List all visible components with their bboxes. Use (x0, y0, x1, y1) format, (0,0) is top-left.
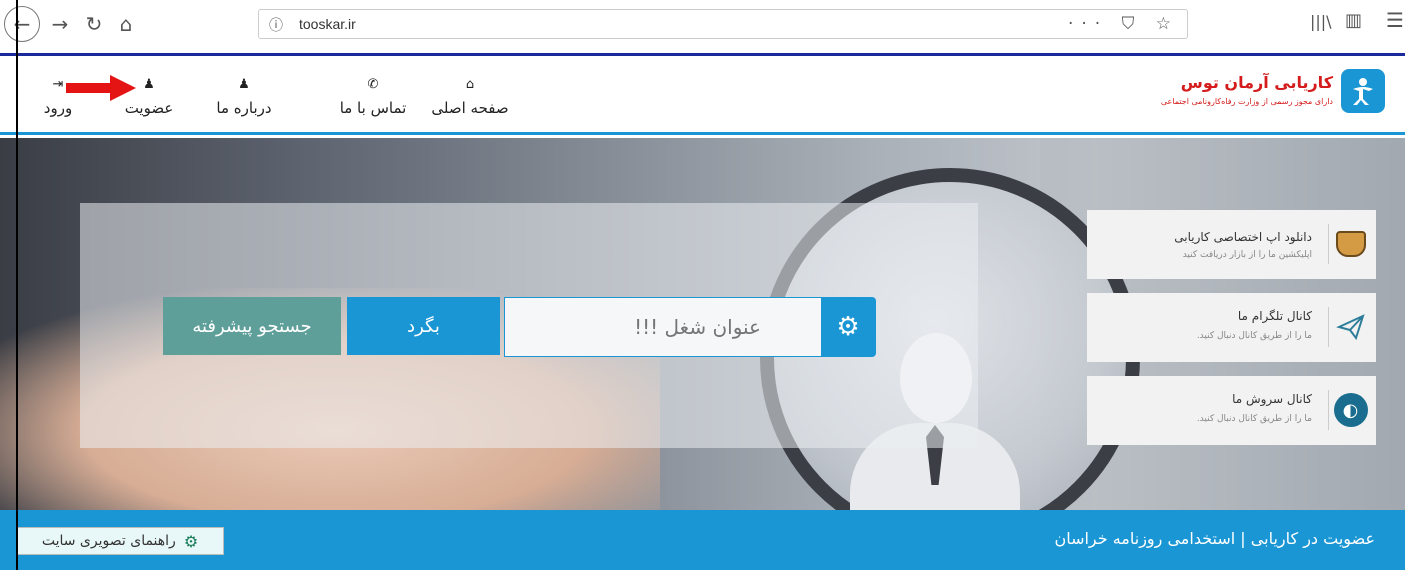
home-icon: ⌂ (465, 77, 475, 92)
user-icon: ♟ (238, 77, 250, 92)
home-icon: ⌂ (119, 12, 133, 36)
logo-title: کاریابی آرمان توس (1180, 73, 1333, 92)
logo-figure-icon (1353, 78, 1373, 105)
nav-about[interactable]: ♟ درباره ما (204, 77, 284, 117)
menu-icon[interactable]: ☰ (1386, 8, 1404, 32)
browser-toolbar: ← → ↻ ⌂ ⓘ tooskar.ir ··· ⛉ ☆ |||\ ▥ ☰ (0, 0, 1405, 56)
download-app-title: دانلود اپ اختصاصی کاریابی (1174, 230, 1312, 244)
reload-icon: ↻ (85, 12, 103, 36)
download-app-subtitle: اپلیکشین ما را از بازار دریافت کنید (1182, 250, 1312, 260)
page-actions-icons[interactable]: ··· ⛉ ☆ (1068, 14, 1179, 34)
home-button[interactable]: ⌂ (110, 8, 142, 40)
telegram-icon (1328, 307, 1368, 347)
red-annotation-arrow-icon (66, 75, 136, 101)
nav-contact-label: تماس با ما (339, 99, 407, 117)
vertical-divider-line (16, 0, 18, 570)
logo-subtitle: دارای مجوز رسمی از وزارت رفاه‌کارونامی ا… (1160, 97, 1333, 106)
site-guide-label: راهنمای تصویری سایت (41, 533, 176, 549)
site-header: کاریابی آرمان توس دارای مجوز رسمی از وزا… (0, 59, 1405, 135)
soroush-channel-title: کانال سروش ما (1232, 392, 1312, 406)
nav-contact[interactable]: ✆ تماس با ما (330, 77, 416, 117)
nav-membership-label: عضویت (124, 99, 174, 117)
telegram-channel-subtitle: ما را از طریق کانال دنبال کنید. (1196, 331, 1312, 341)
advanced-search-button[interactable]: جستجو پیشرفته (163, 297, 341, 355)
nav-home-label: صفحه اصلی (431, 99, 509, 117)
hero-banner: ⚙ بگرد جستجو پیشرفته دانلود اپ اختصاصی ک… (0, 138, 1405, 510)
download-app-card[interactable]: دانلود اپ اختصاصی کاریابی اپلیکشین ما را… (1087, 210, 1376, 279)
site-logo[interactable]: کاریابی آرمان توس دارای مجوز رسمی از وزا… (1145, 69, 1385, 121)
sidebar-icon[interactable]: ▥ (1345, 10, 1362, 31)
back-button[interactable]: ← (4, 6, 40, 42)
nav-about-label: درباره ما (216, 99, 272, 117)
soroush-channel-card[interactable]: ◐ کانال سروش ما ما را از طریق کانال دنبا… (1087, 376, 1376, 445)
address-bar[interactable]: ⓘ tooskar.ir ··· ⛉ ☆ (258, 9, 1188, 39)
arrow-right-icon: → (51, 12, 69, 36)
gear-icon: ⚙ (183, 531, 199, 551)
telegram-channel-card[interactable]: کانال تلگرام ما ما را از طریق کانال دنبا… (1087, 293, 1376, 362)
phone-icon: ✆ (367, 77, 379, 92)
reload-button[interactable]: ↻ (78, 8, 110, 40)
site-guide-button[interactable]: ⚙ راهنمای تصویری سایت (16, 527, 224, 555)
library-icon[interactable]: |||\ (1310, 12, 1332, 31)
footer-title: عضویت در کاریابی | استخدامی روزنامه خراس… (1054, 529, 1375, 548)
job-title-search-input[interactable] (504, 297, 822, 357)
search-go-button[interactable]: بگرد (347, 297, 500, 355)
nav-home[interactable]: ⌂ صفحه اصلی (428, 77, 512, 117)
soroush-icon: ◐ (1328, 390, 1368, 430)
logo-person-icon (1341, 69, 1385, 113)
forward-button[interactable]: → (44, 8, 76, 40)
footer-bar: عضویت در کاریابی | استخدامی روزنامه خراس… (0, 510, 1405, 570)
info-icon[interactable]: ⓘ (269, 15, 283, 35)
settings-gear-button[interactable]: ⚙ (820, 297, 876, 357)
soroush-channel-subtitle: ما را از طریق کانال دنبال کنید. (1196, 414, 1312, 424)
url-text[interactable]: tooskar.ir (299, 16, 356, 32)
nav-login-label: ورود (43, 99, 73, 117)
bag-icon (1328, 224, 1368, 264)
telegram-channel-title: کانال تلگرام ما (1237, 309, 1312, 323)
gear-icon: ⚙ (836, 312, 860, 342)
